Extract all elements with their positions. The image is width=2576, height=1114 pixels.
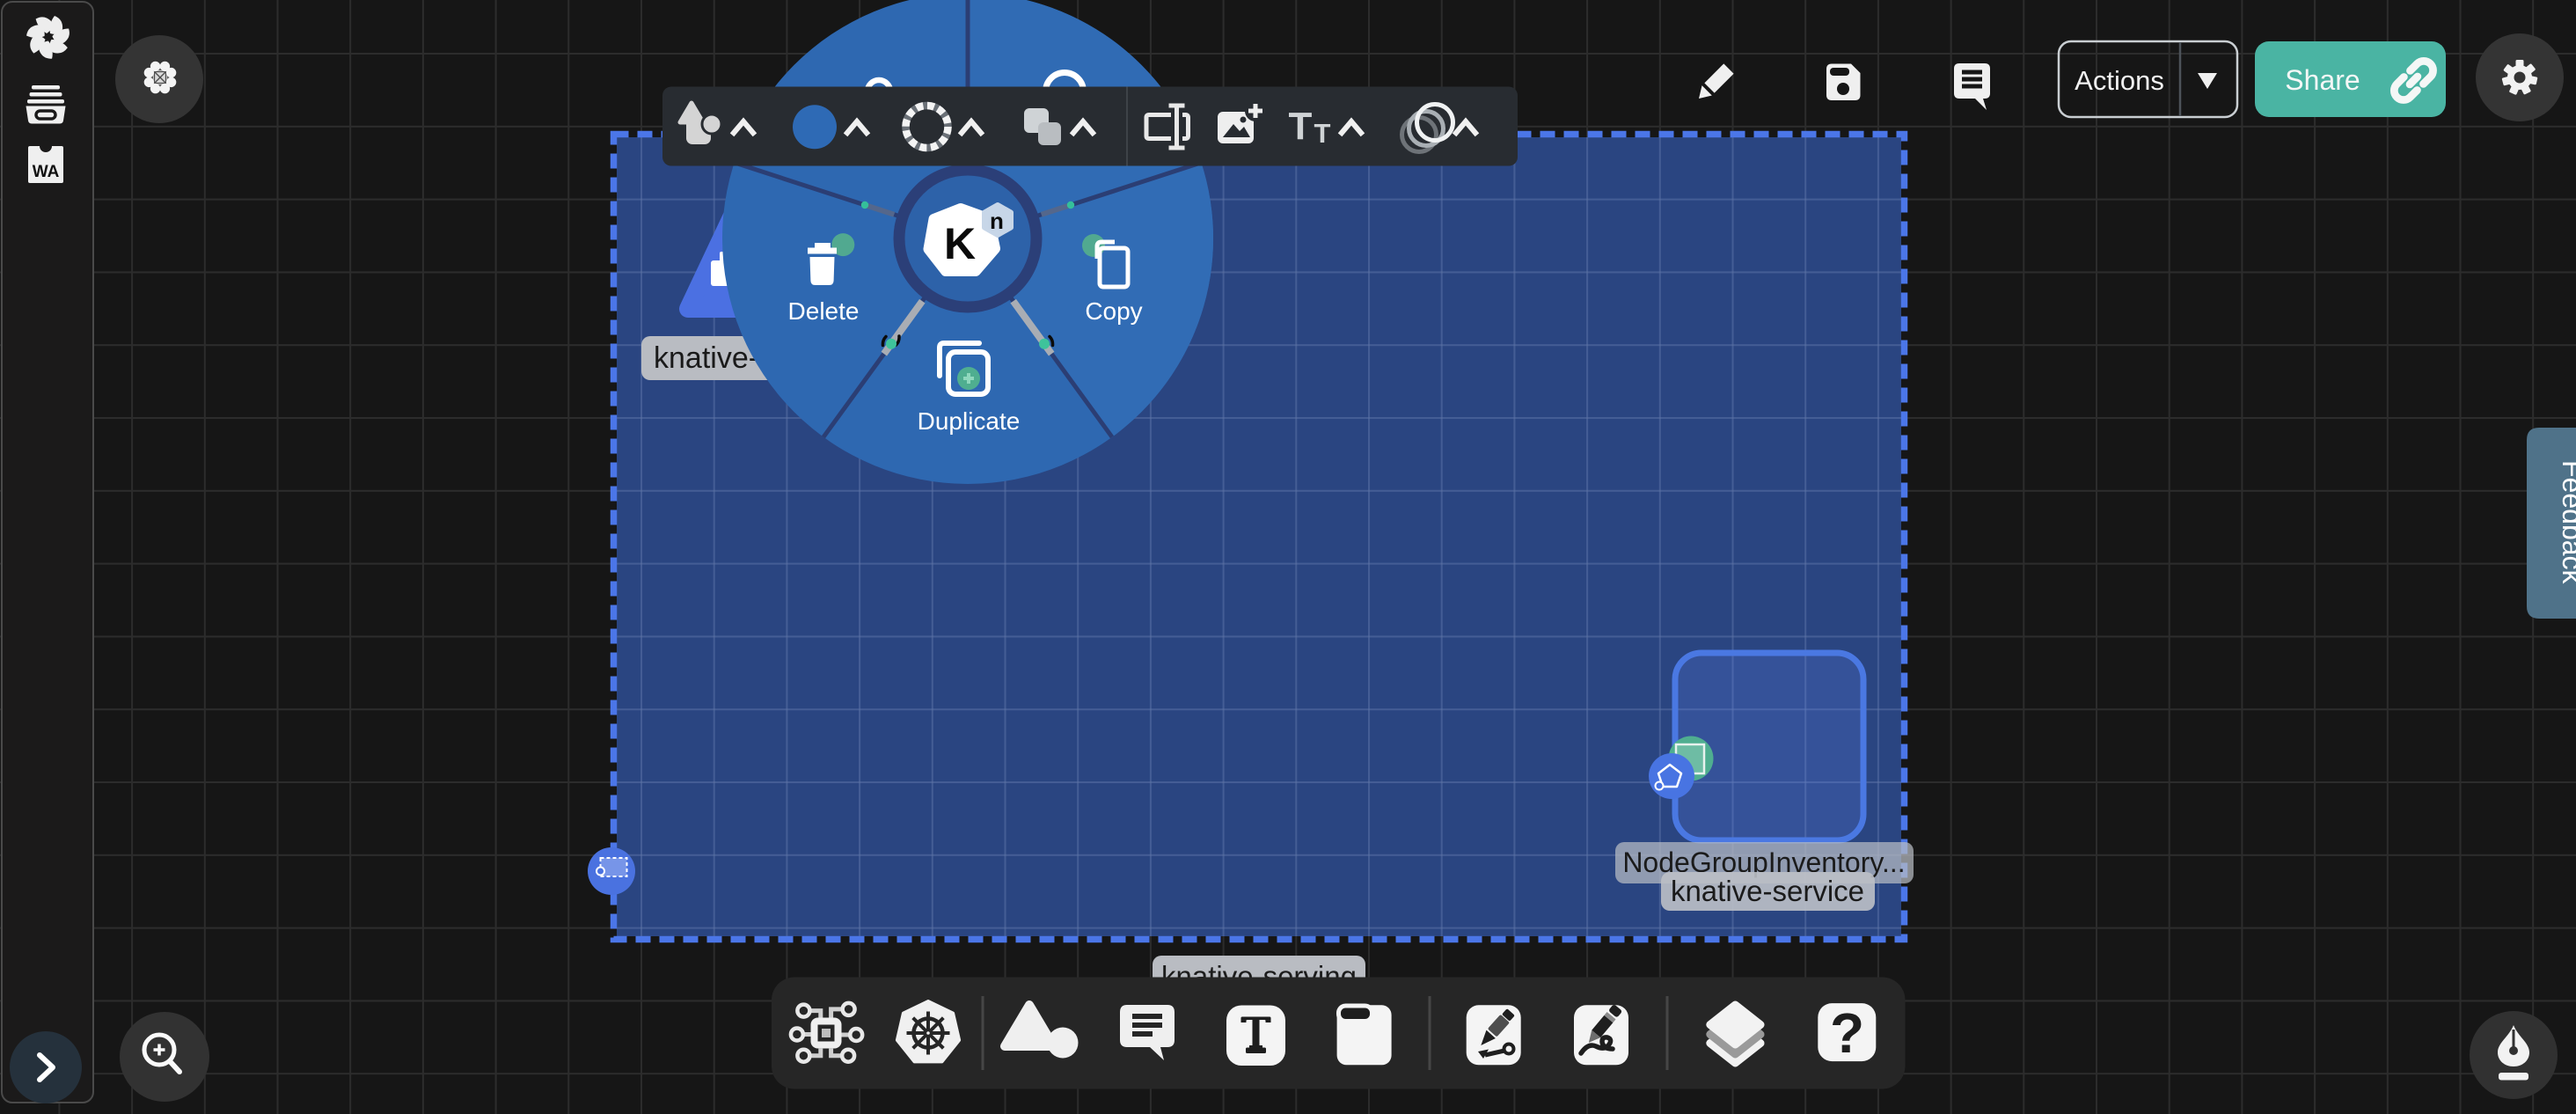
svg-text:K: K [944,219,976,268]
svg-text:knative-service: knative-service [1671,875,1864,907]
svg-text:Duplicate: Duplicate [918,407,1021,435]
svg-text:Copy: Copy [1085,297,1142,325]
svg-text:?: ? [1830,1001,1864,1065]
svg-text:WA: WA [33,163,60,181]
svg-text:Share: Share [2285,64,2360,96]
svg-text:T: T [1314,118,1331,149]
svg-text:T: T [1289,105,1313,148]
svg-text:Feedback: Feedback [2557,460,2576,585]
svg-text:n: n [990,208,1004,234]
svg-text:Delete: Delete [788,297,860,325]
svg-text:Actions: Actions [2075,65,2164,96]
